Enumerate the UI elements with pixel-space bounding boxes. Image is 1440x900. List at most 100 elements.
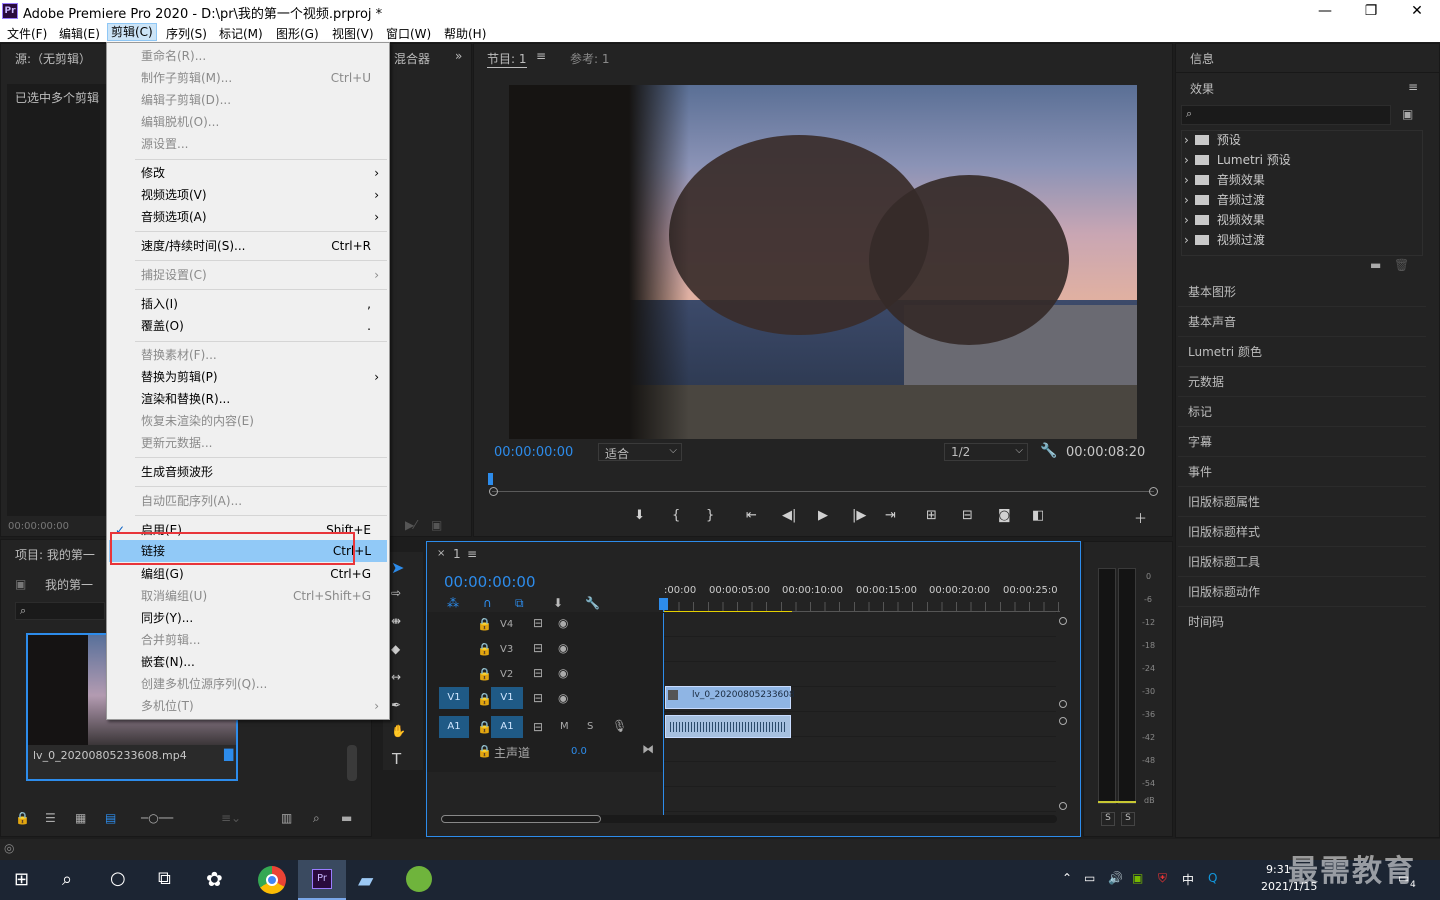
- wrench-icon[interactable]: 🔧: [1040, 443, 1057, 459]
- menu-item-modify[interactable]: 修改: [141, 162, 165, 184]
- menu-item-nest[interactable]: 嵌套(N)...: [141, 651, 195, 673]
- mark-out-icon[interactable]: }: [706, 508, 714, 523]
- fit-select[interactable]: 适合 ⌵: [598, 443, 682, 461]
- mark-in-icon[interactable]: {: [672, 508, 680, 523]
- track-select-icon[interactable]: ⇨: [391, 586, 401, 600]
- close-tab-icon[interactable]: ×: [437, 548, 445, 559]
- project-scrollbar[interactable]: [347, 745, 357, 781]
- menu-graphics[interactable]: 图形(G): [276, 25, 319, 42]
- video-clip[interactable]: lv_0_20200805233608: [665, 686, 795, 709]
- lock-icon[interactable]: 🔒: [477, 692, 492, 706]
- panel-overflow-icon[interactable]: »: [455, 49, 462, 63]
- windows-start-icon[interactable]: ⊞: [14, 869, 29, 890]
- lock-icon[interactable]: 🔒: [477, 667, 492, 681]
- ripple-edit-icon[interactable]: ⇼: [391, 614, 401, 628]
- nvidia-icon[interactable]: ▣: [1132, 871, 1143, 885]
- menu-help[interactable]: 帮助(H): [444, 25, 486, 42]
- effects-tree-item[interactable]: › 视频效果: [1184, 210, 1420, 230]
- effects-menu-icon[interactable]: ≡: [1408, 80, 1418, 94]
- effects-tree-item[interactable]: › 音频效果: [1184, 170, 1420, 190]
- v-scroll-top-handle[interactable]: [1059, 617, 1067, 625]
- list-view-icon[interactable]: ☰: [45, 811, 56, 825]
- extract-icon[interactable]: ⊟: [962, 508, 973, 523]
- snap-icon[interactable]: ∩: [483, 596, 492, 610]
- lock-icon[interactable]: 🔒: [477, 642, 492, 656]
- menu-item-overwrite[interactable]: 覆盖(O): [141, 315, 184, 337]
- effects-tab[interactable]: 效果: [1190, 80, 1214, 97]
- menu-item-capture-settings[interactable]: 捕捉设置(C): [141, 264, 207, 286]
- sync-lock-icon[interactable]: ⊟: [533, 720, 543, 734]
- effects-search-input[interactable]: ⌕: [1181, 105, 1391, 125]
- sync-lock-icon[interactable]: ⊟: [533, 616, 543, 630]
- clock-time[interactable]: 9:31: [1266, 863, 1291, 876]
- minimize-button[interactable]: —: [1302, 0, 1348, 22]
- step-forward-icon[interactable]: |▶: [852, 508, 866, 523]
- microphone-icon[interactable]: 🎙: [612, 719, 627, 733]
- menu-item-merge-clips[interactable]: 合并剪辑...: [141, 629, 200, 651]
- export-frame-icon[interactable]: ▣: [431, 518, 442, 532]
- program-timecode-in[interactable]: 00:00:00:00: [494, 445, 573, 460]
- linked-selection-icon[interactable]: ⧉: [515, 596, 524, 611]
- timeline-timecode[interactable]: 00:00:00:00: [444, 573, 536, 591]
- project-tab[interactable]: 项目: 我的第一: [15, 546, 95, 563]
- ime-indicator[interactable]: 中: [1182, 871, 1194, 888]
- icon-view-icon[interactable]: ▦: [75, 811, 86, 825]
- notepad-icon[interactable]: ▰: [358, 868, 373, 892]
- panel-essential-sound[interactable]: 基本声音: [1178, 308, 1426, 337]
- menu-edit[interactable]: 编辑(E): [59, 25, 100, 42]
- new-bin-icon[interactable]: ▬: [341, 811, 352, 825]
- panel-legacy-title-properties[interactable]: 旧版标题属性: [1178, 488, 1426, 517]
- menu-view[interactable]: 视图(V): [332, 25, 374, 42]
- security-icon[interactable]: ⛨: [1158, 871, 1167, 886]
- menu-item-create-multicam[interactable]: 创建多机位源序列(Q)...: [141, 673, 267, 695]
- export-frame-icon[interactable]: ◙: [998, 508, 1011, 523]
- cortana-icon[interactable]: ○: [110, 868, 126, 889]
- menu-item-audio-options[interactable]: 音频选项(A): [141, 206, 207, 228]
- playhead-marker[interactable]: [488, 473, 493, 485]
- master-volume-value[interactable]: 0.0: [571, 746, 587, 757]
- fan-app-icon[interactable]: ✿: [206, 867, 223, 891]
- search-icon[interactable]: ⌕: [62, 869, 72, 890]
- info-tab[interactable]: 信息: [1190, 50, 1214, 67]
- eye-icon[interactable]: ◉: [558, 616, 568, 630]
- automate-icon[interactable]: ▥: [281, 811, 292, 825]
- resolution-select[interactable]: 1/2 ⌵: [944, 443, 1028, 461]
- menu-clip[interactable]: 剪辑(C): [107, 23, 157, 41]
- timeline-menu-icon[interactable]: ≡: [467, 547, 477, 561]
- menu-window[interactable]: 窗口(W): [386, 25, 431, 42]
- audio-clip[interactable]: [665, 715, 791, 738]
- chrome-icon[interactable]: [258, 866, 286, 894]
- step-back-icon[interactable]: ◀|: [782, 508, 796, 523]
- project-search-input[interactable]: ⌕: [15, 602, 105, 620]
- lock-icon[interactable]: 🔒: [15, 811, 30, 825]
- comparison-view-icon[interactable]: ◧: [1032, 508, 1044, 523]
- menu-item-ungroup[interactable]: 取消编组(U): [141, 585, 207, 607]
- menu-item-replace-footage[interactable]: 替换素材(F)...: [141, 344, 217, 366]
- panel-events[interactable]: 事件: [1178, 458, 1426, 487]
- ball-app-icon[interactable]: [406, 866, 432, 892]
- track-target-v1[interactable]: V1: [491, 687, 523, 709]
- hand-icon[interactable]: ✋: [391, 724, 406, 738]
- program-tab[interactable]: 节目: 1: [487, 50, 527, 68]
- chevron-up-icon[interactable]: ⌃: [1062, 871, 1072, 885]
- program-scrubber[interactable]: [492, 491, 1154, 492]
- zoom-slider[interactable]: ─○──: [141, 811, 173, 825]
- reference-tab[interactable]: 参考: 1: [570, 50, 610, 67]
- new-bin-icon[interactable]: ▣: [1402, 107, 1413, 121]
- premiere-taskbar-button[interactable]: Pr: [298, 860, 346, 900]
- menu-file[interactable]: 文件(F): [7, 25, 47, 42]
- selection-tool-icon[interactable]: ➤: [391, 558, 404, 577]
- task-view-icon[interactable]: ⧉: [158, 868, 171, 889]
- source-patch-a1[interactable]: A1: [439, 716, 469, 738]
- sort-icon[interactable]: ≡⌄: [221, 811, 241, 825]
- menu-item-group[interactable]: 编组(G): [141, 563, 184, 585]
- timeline-h-scroll-thumb[interactable]: [441, 815, 601, 823]
- timeline-settings-icon[interactable]: 🔧: [585, 596, 600, 610]
- menu-item-render-audio-waveform[interactable]: 生成音频波形: [141, 461, 213, 483]
- menu-item-insert[interactable]: 插入(I): [141, 293, 178, 315]
- add-marker-icon[interactable]: ⬇: [634, 508, 645, 523]
- find-icon[interactable]: ⌕: [313, 811, 320, 826]
- close-button[interactable]: ✕: [1394, 0, 1440, 22]
- sync-lock-icon[interactable]: ⊟: [533, 691, 543, 705]
- menu-marker[interactable]: 标记(M): [219, 25, 263, 42]
